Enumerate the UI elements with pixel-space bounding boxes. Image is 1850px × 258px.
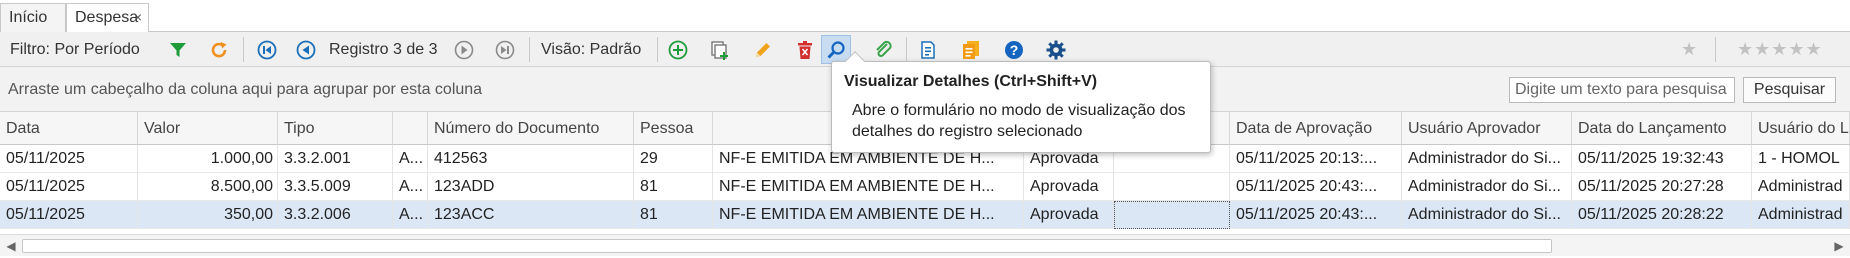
favorite-star-icon[interactable]: ★ (1681, 39, 1698, 60)
cell-blank-focused[interactable] (1114, 201, 1230, 229)
cell-a: A... (393, 145, 428, 173)
column-header-data[interactable]: Data (0, 112, 138, 145)
cell-a: A... (393, 173, 428, 201)
cell-tipo: 3.3.5.009 (278, 173, 393, 201)
add-icon[interactable] (668, 40, 688, 60)
toolbar-separator (657, 37, 658, 62)
cell-usuario-lancamento: Administrad (1752, 173, 1850, 201)
cell-pessoa: 81 (634, 173, 713, 201)
toolbar-separator (1715, 37, 1716, 62)
tab-label: Início (9, 9, 48, 26)
view-mode-label[interactable]: Visão: Padrão (541, 32, 641, 67)
column-header-numero-documento[interactable]: Número do Documento (428, 112, 634, 145)
cell-a: A... (393, 201, 428, 229)
column-header-pessoa[interactable]: Pessoa (634, 112, 713, 145)
filter-icon[interactable] (168, 40, 188, 60)
tab-label: Despesa (75, 9, 139, 26)
cell-status: Aprovada (1024, 173, 1114, 201)
horizontal-scrollbar[interactable]: ◀ ▶ (0, 234, 1850, 256)
cell-valor: 350,00 (138, 201, 278, 229)
cell-data: 05/11/2025 (0, 145, 138, 173)
cell-pessoa: 81 (634, 201, 713, 229)
cell-usuario-lancamento: 1 - HOMOL (1752, 145, 1850, 173)
scroll-left-icon[interactable]: ◀ (2, 237, 20, 255)
column-header-valor[interactable]: Valor (138, 112, 278, 145)
scrollbar-thumb[interactable] (22, 239, 1552, 253)
delete-icon[interactable] (795, 40, 815, 60)
column-header[interactable] (393, 112, 428, 145)
cell-usuario-aprovador: Administrador do Si... (1402, 201, 1572, 229)
cell-data-aprovacao: 05/11/2025 20:13:... (1230, 145, 1402, 173)
cell-data-aprovacao: 05/11/2025 20:43:... (1230, 173, 1402, 201)
svg-text:?: ? (1010, 42, 1019, 58)
cell-tipo: 3.3.2.001 (278, 145, 393, 173)
cell-tipo: 3.3.2.006 (278, 201, 393, 229)
refresh-icon[interactable] (209, 40, 229, 60)
cell-numero: 123ACC (428, 201, 634, 229)
table-row[interactable]: 05/11/2025 8.500,00 3.3.5.009 A... 123AD… (0, 173, 1850, 201)
scroll-right-icon[interactable]: ▶ (1830, 237, 1848, 255)
cell-descricao: NF-E EMITIDA EM AMBIENTE DE H... (713, 201, 1024, 229)
column-header-usuario-aprovador[interactable]: Usuário Aprovador (1402, 112, 1572, 145)
last-record-icon[interactable] (495, 40, 515, 60)
column-header-usuario-lancamento[interactable]: Usuário do L (1752, 112, 1850, 145)
previous-record-icon[interactable] (296, 40, 316, 60)
cell-valor: 1.000,00 (138, 145, 278, 173)
help-icon[interactable]: ? (1004, 40, 1024, 60)
edit-icon[interactable] (753, 40, 773, 60)
group-by-hint: Arraste um cabeçalho da coluna aqui para… (8, 81, 483, 98)
cell-valor: 8.500,00 (138, 173, 278, 201)
close-tab-icon[interactable]: × (134, 4, 142, 31)
filter-period-label[interactable]: Filtro: Por Período (10, 32, 140, 67)
rating-stars[interactable]: ★★★★★ (1737, 39, 1823, 60)
tab-inicio[interactable]: Início (0, 3, 66, 32)
attachment-icon[interactable] (874, 40, 894, 60)
tab-bar: Início Despesa × (0, 0, 1850, 33)
toolbar-separator (906, 37, 907, 62)
cell-usuario-aprovador: Administrador do Si... (1402, 173, 1572, 201)
cell-descricao: NF-E EMITIDA EM AMBIENTE DE H... (713, 173, 1024, 201)
cell-usuario-lancamento: Administrad (1752, 201, 1850, 229)
first-record-icon[interactable] (257, 40, 277, 60)
cell-data-lancamento: 05/11/2025 20:28:22 (1572, 201, 1752, 229)
record-position-label: Registro 3 de 3 (329, 41, 438, 58)
tooltip-body: Abre o formulário no modo de visualizaçã… (852, 102, 1186, 140)
settings-icon[interactable] (1046, 40, 1066, 60)
cell-usuario-aprovador: Administrador do Si... (1402, 145, 1572, 173)
report-icon[interactable] (918, 40, 938, 60)
toolbar-separator (529, 37, 530, 62)
column-header-data-lancamento[interactable]: Data do Lançamento (1572, 112, 1752, 145)
cell-data-lancamento: 05/11/2025 20:27:28 (1572, 173, 1752, 201)
search-button[interactable]: Pesquisar (1743, 77, 1836, 103)
next-record-icon[interactable] (454, 40, 474, 60)
cell-data: 05/11/2025 (0, 201, 138, 229)
view-details-tooltip: Visualizar Detalhes (Ctrl+Shift+V) Abre … (831, 51, 1211, 153)
cell-blank (1114, 173, 1230, 201)
cell-numero: 123ADD (428, 173, 634, 201)
table-row-selected[interactable]: 05/11/2025 350,00 3.3.2.006 A... 123ACC … (0, 201, 1850, 229)
document-icon[interactable] (961, 40, 981, 60)
tooltip-title: Visualizar Detalhes (Ctrl+Shift+V) (844, 73, 1098, 90)
cell-numero: 412563 (428, 145, 634, 173)
cell-data-aprovacao: 05/11/2025 20:43:... (1230, 201, 1402, 229)
toolbar-separator (243, 37, 244, 62)
cell-data-lancamento: 05/11/2025 19:32:43 (1572, 145, 1752, 173)
column-header-tipo[interactable]: Tipo (278, 112, 393, 145)
cell-data: 05/11/2025 (0, 173, 138, 201)
search-input[interactable] (1509, 77, 1735, 103)
cell-pessoa: 29 (634, 145, 713, 173)
tab-despesa[interactable]: Despesa × (66, 3, 149, 33)
column-header-data-aprovacao[interactable]: Data de Aprovação (1230, 112, 1402, 145)
duplicate-icon[interactable] (710, 40, 730, 60)
cell-status: Aprovada (1024, 201, 1114, 229)
